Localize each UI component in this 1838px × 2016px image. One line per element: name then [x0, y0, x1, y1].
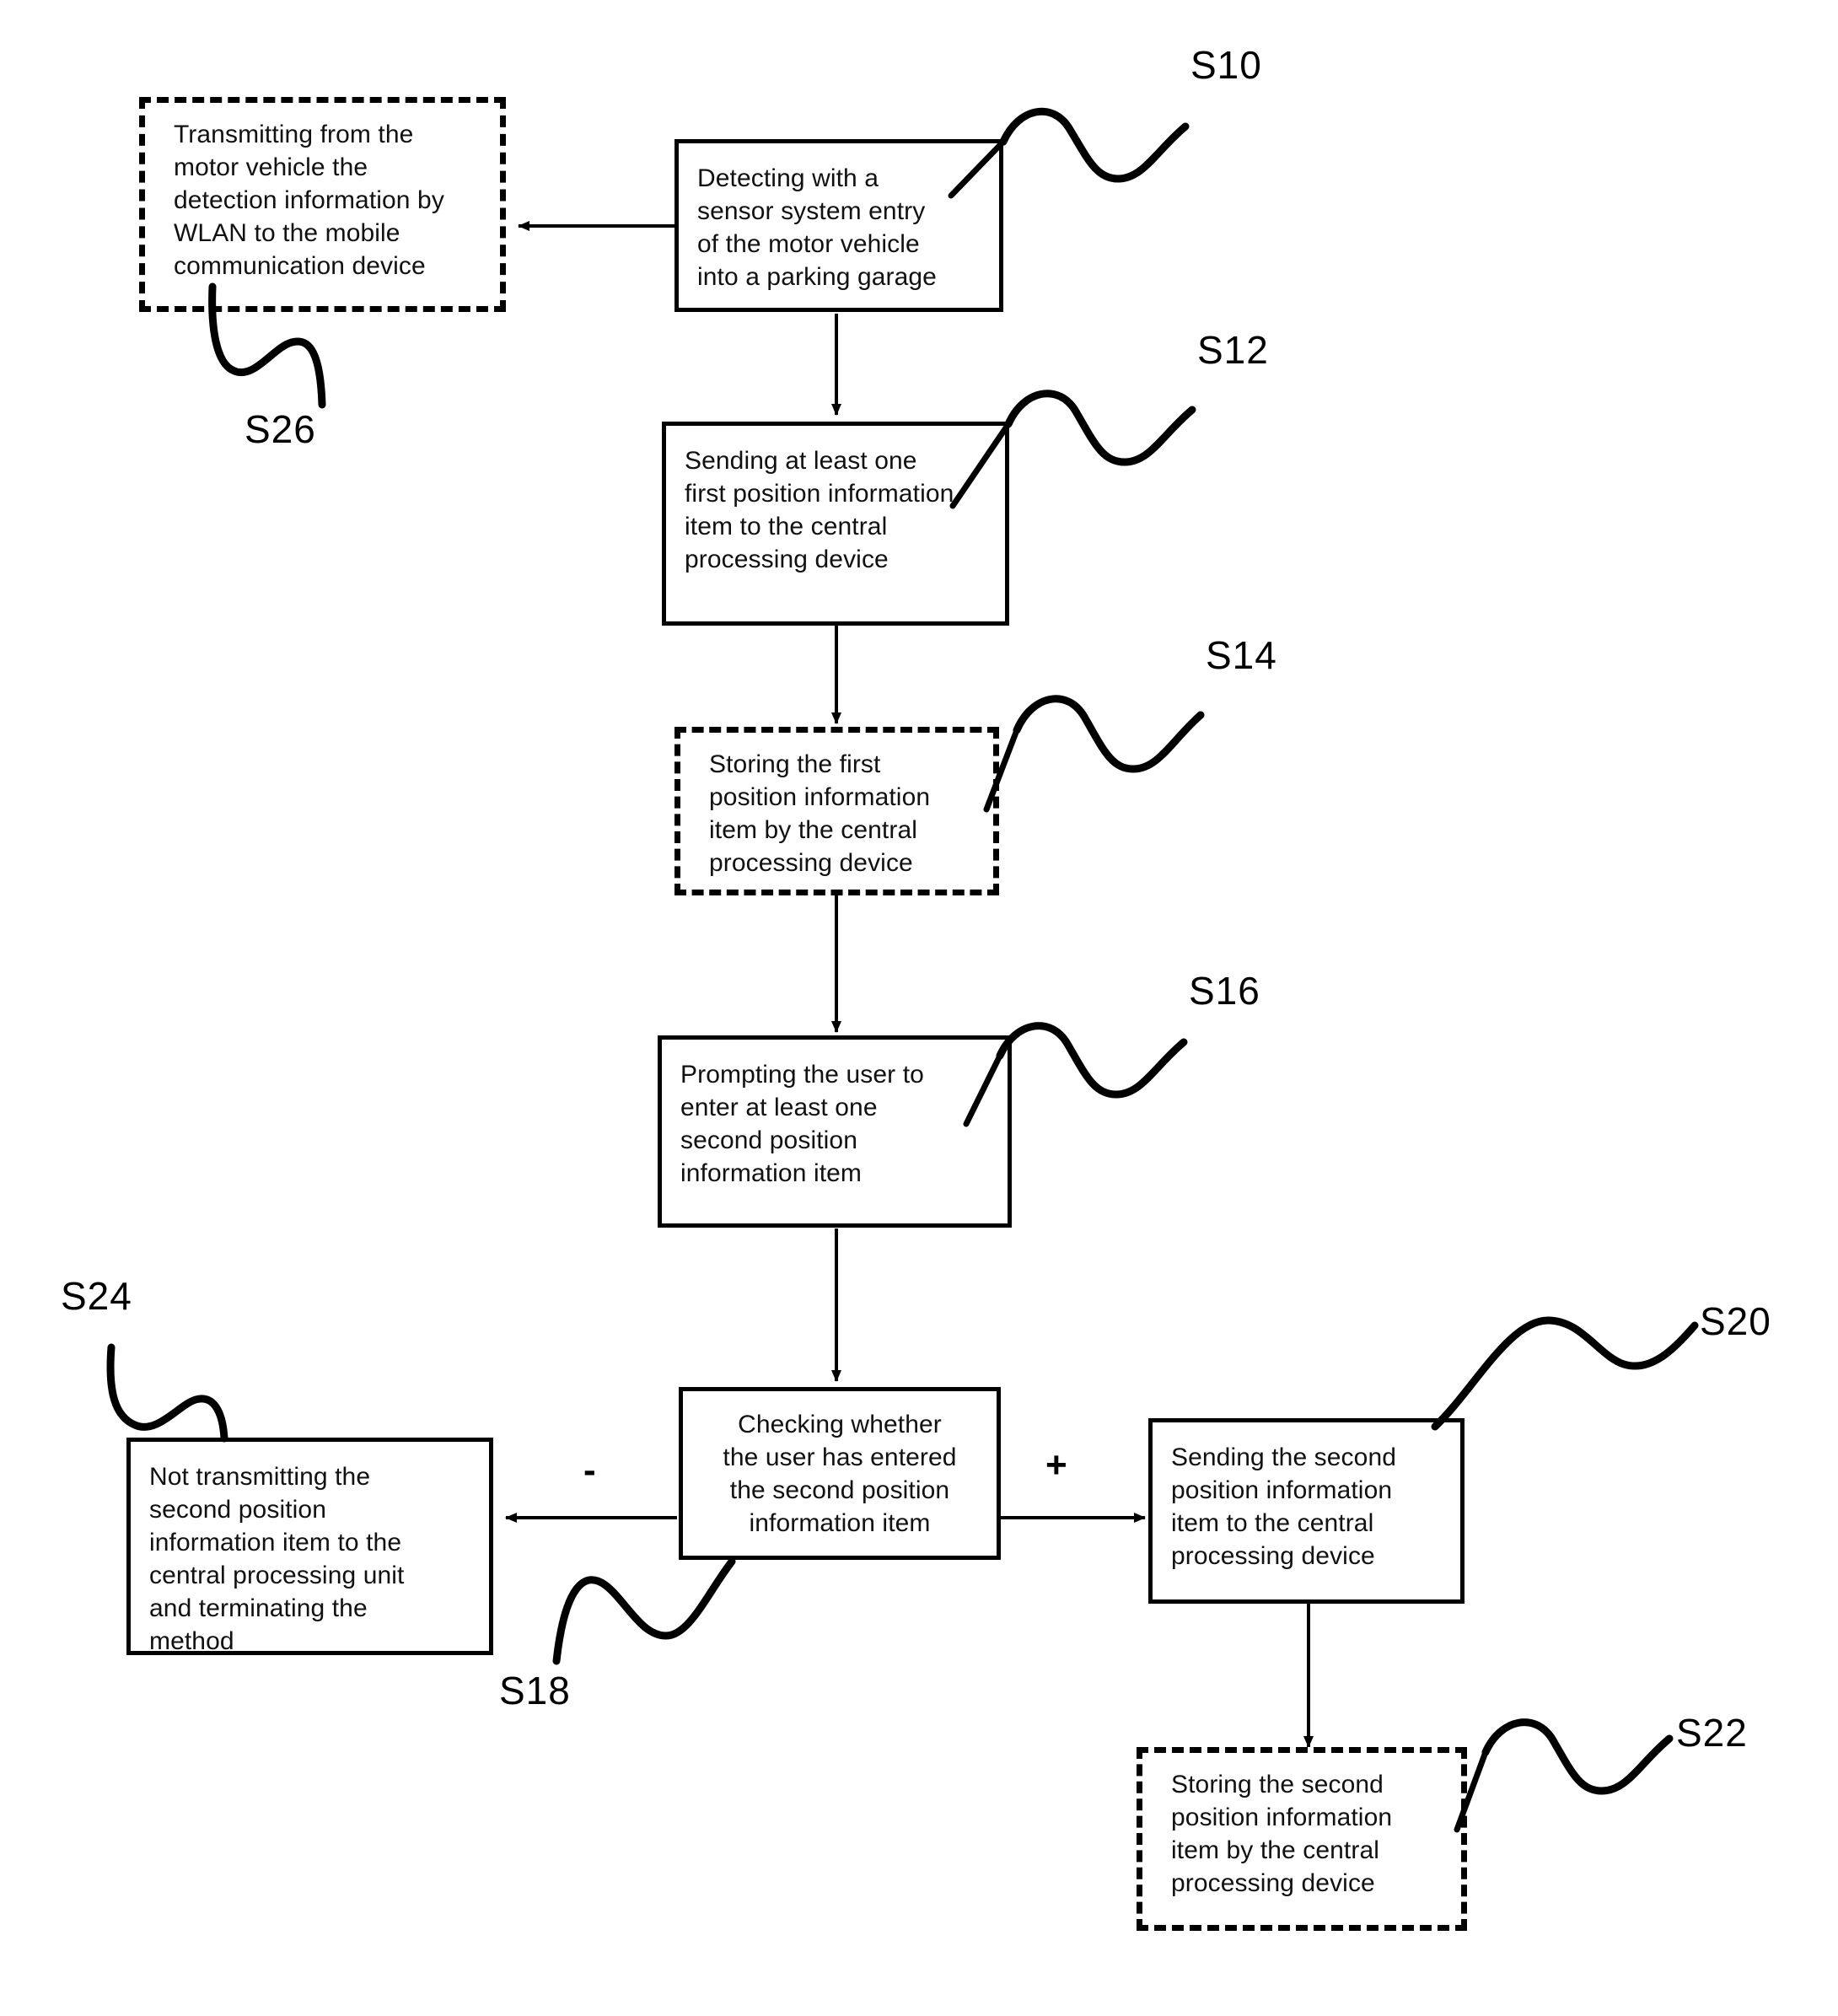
node-s20[interactable]: Sending the second position information …: [1148, 1418, 1464, 1604]
node-s22[interactable]: Storing the second position information …: [1137, 1747, 1467, 1931]
branch-label-negative: -: [583, 1449, 596, 1491]
node-s12[interactable]: Sending at least one first position info…: [662, 422, 1009, 626]
node-s10[interactable]: Detecting with a sensor system entry of …: [674, 139, 1003, 312]
leader-s22: [1454, 1718, 1674, 1833]
reference-label-s10: S10: [1190, 43, 1262, 87]
reference-label-s14: S14: [1206, 633, 1277, 677]
node-s26-text: Transmitting from the motor vehicle the …: [174, 121, 444, 280]
leader-s18: [552, 1557, 736, 1665]
node-s14-text: Storing the first position information i…: [709, 750, 931, 877]
node-s18[interactable]: Checking whether the user has entered th…: [679, 1387, 1001, 1560]
node-s12-text: Sending at least one first position info…: [685, 447, 954, 573]
flowchart-canvas: Transmitting from the motor vehicle the …: [0, 0, 1838, 2016]
leader-s20: [1431, 1316, 1699, 1431]
leader-s24: [106, 1343, 228, 1443]
node-s26[interactable]: Transmitting from the motor vehicle the …: [139, 97, 506, 312]
reference-label-s20: S20: [1700, 1299, 1771, 1343]
node-s16[interactable]: Prompting the user to enter at least one…: [658, 1035, 1012, 1228]
node-s24[interactable]: Not transmitting the second position inf…: [126, 1438, 493, 1655]
reference-label-s22: S22: [1676, 1711, 1748, 1755]
leader-s14: [983, 695, 1205, 813]
node-s22-text: Storing the second position information …: [1171, 1771, 1393, 1897]
reference-label-s26: S26: [245, 407, 316, 451]
node-s16-text: Prompting the user to enter at least one…: [680, 1061, 924, 1187]
node-s24-text: Not transmitting the second position inf…: [149, 1463, 405, 1655]
reference-label-s12: S12: [1197, 328, 1269, 372]
node-s20-text: Sending the second position information …: [1171, 1443, 1397, 1570]
node-s10-text: Detecting with a sensor system entry of …: [697, 164, 937, 291]
node-s14[interactable]: Storing the first position information i…: [674, 727, 999, 895]
node-s18-text: Checking whether the user has entered th…: [723, 1411, 957, 1537]
reference-label-s18: S18: [499, 1669, 571, 1712]
branch-label-positive: +: [1045, 1444, 1067, 1486]
reference-label-s16: S16: [1189, 969, 1260, 1013]
reference-label-s24: S24: [61, 1274, 132, 1318]
